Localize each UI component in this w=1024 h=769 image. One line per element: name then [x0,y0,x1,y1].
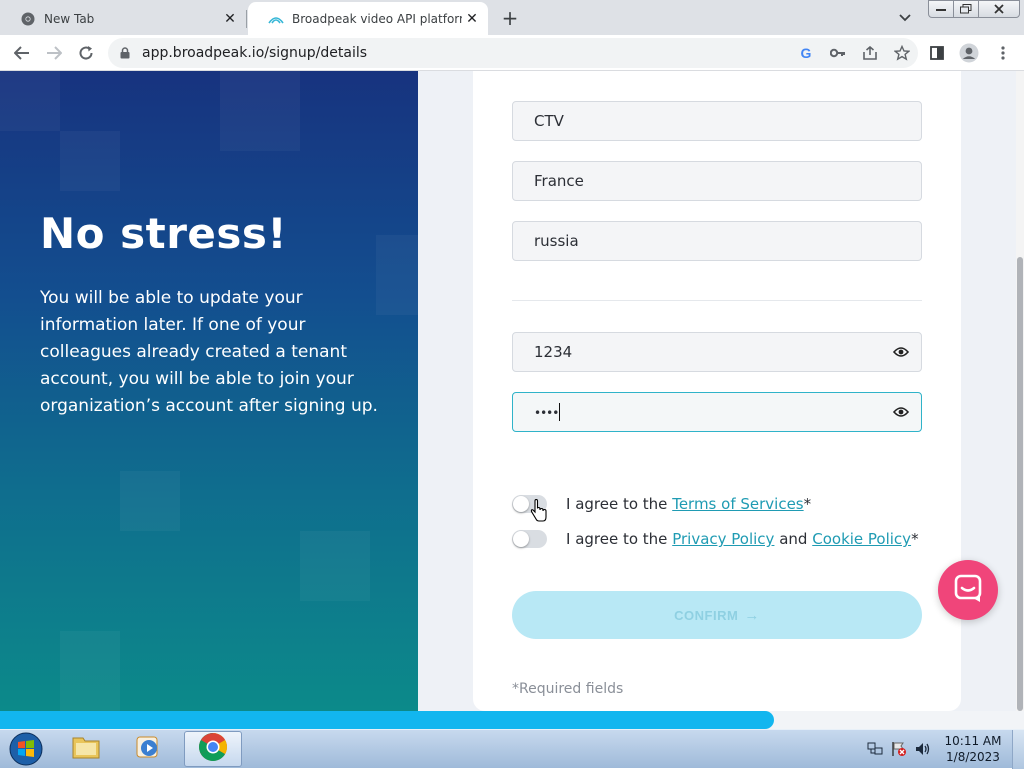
progress-fill [0,711,775,729]
cookie-policy-link[interactable]: Cookie Policy [812,530,911,548]
media-player-taskbar-button[interactable] [122,731,174,767]
url-text[interactable]: app.broadpeak.io/signup/details [142,45,790,61]
network-icon[interactable] [866,740,884,758]
arrow-right-icon: → [744,606,760,624]
toggle-knob [513,496,529,512]
close-tab-icon[interactable]: ✕ [462,9,482,29]
google-lens-icon[interactable]: G [790,39,822,67]
windows-taskbar: 10:11 AM 1/8/2023 [0,729,1024,769]
restore-button[interactable] [953,0,979,18]
close-window-button[interactable] [978,0,1020,18]
page-viewport: No stress! You will be able to update yo… [0,71,1024,711]
start-button[interactable] [4,731,48,767]
tab-search-icon[interactable] [893,6,917,30]
menu-dots-icon[interactable] [988,39,1018,67]
tab-broadpeak[interactable]: Broadpeak video API platform ✕ [248,2,488,35]
terms-consent-row: I agree to the Terms of Services * [512,495,811,513]
clock-time: 10:11 AM [944,734,1002,748]
profile-avatar-icon[interactable] [954,39,984,67]
toggle-knob [513,531,529,547]
side-panel-icon[interactable] [922,39,952,67]
browser-toolbar: app.broadpeak.io/signup/details G [0,35,1024,71]
chat-icon [953,573,983,607]
address-bar[interactable]: app.broadpeak.io/signup/details G [108,38,918,68]
city-field[interactable]: russia [512,221,922,261]
back-button[interactable] [8,39,36,67]
reload-button[interactable] [72,39,100,67]
background-tile [376,235,418,315]
terms-suffix: * [803,495,812,513]
background-tile [60,131,120,191]
privacy-policy-link[interactable]: Privacy Policy [672,530,774,548]
background-tile [0,71,60,131]
minimize-button[interactable] [928,0,954,18]
broadpeak-logo-icon [268,11,284,27]
chrome-icon [198,732,228,766]
browser-tab-strip: New Tab ✕ Broadpeak video API platform ✕… [0,0,1024,35]
tab-title: Broadpeak video API platform [292,11,462,26]
password-field[interactable]: 1234 [512,332,922,372]
form-area: CTV France russia 1234 •••• I agree to t… [418,71,1016,711]
field-value[interactable]: 1234 [534,343,881,361]
field-value[interactable]: CTV [534,112,921,130]
tab-title: New Tab [44,11,95,26]
field-value[interactable]: russia [534,232,921,250]
tab-separator [246,10,247,28]
share-icon[interactable] [854,39,886,67]
chrome-icon [20,11,36,27]
eye-icon[interactable] [881,333,921,371]
media-player-icon [135,734,161,764]
background-tile [220,71,300,151]
form-divider [512,300,922,301]
privacy-joiner: and [779,530,808,548]
industry-field[interactable]: CTV [512,101,922,141]
required-fields-note: *Required fields [512,681,624,697]
text-caret [559,403,561,422]
confirm-button[interactable]: CONFIRM → [512,591,922,639]
background-tile [60,631,120,711]
terms-of-service-link[interactable]: Terms of Services [672,495,803,513]
tab-new-tab[interactable]: New Tab ✕ [0,2,246,35]
action-center-flag-icon[interactable] [890,740,908,758]
info-panel: No stress! You will be able to update yo… [0,71,418,711]
taskbar-clock[interactable]: 10:11 AM 1/8/2023 [940,733,1006,765]
field-value[interactable]: •••• [534,403,881,422]
hand-cursor-icon [530,498,548,523]
new-tab-button[interactable]: + [498,6,522,30]
confirm-label: CONFIRM [674,607,739,623]
volume-icon[interactable] [914,740,932,758]
show-desktop-button[interactable] [1012,730,1024,769]
privacy-consent-row: I agree to the Privacy Policy and Cookie… [512,530,919,548]
clock-date: 1/8/2023 [946,750,1000,764]
field-value[interactable]: France [534,172,921,190]
page-load-progress [0,711,1024,729]
signup-card: CTV France russia 1234 •••• I agree to t… [473,71,961,711]
key-icon[interactable] [822,39,854,67]
masked-value: •••• [534,405,559,420]
country-field[interactable]: France [512,161,922,201]
forward-button[interactable] [40,39,68,67]
panel-description: You will be able to update your informat… [40,288,378,416]
folder-icon [71,734,101,764]
chrome-taskbar-button[interactable] [184,731,242,767]
scrollbar-thumb[interactable] [1017,257,1023,711]
chat-launcher-button[interactable] [938,560,998,620]
privacy-prefix: I agree to the [566,530,668,548]
background-tile [300,531,370,601]
background-tile [120,471,180,531]
panel-heading: No stress! [40,209,288,258]
confirm-password-field[interactable]: •••• [512,392,922,432]
eye-icon[interactable] [881,393,921,431]
privacy-suffix: * [911,530,919,548]
file-explorer-taskbar-button[interactable] [60,731,112,767]
terms-prefix: I agree to the [566,495,668,513]
lock-icon[interactable] [108,47,142,59]
privacy-toggle[interactable] [512,530,547,548]
close-tab-icon[interactable]: ✕ [220,9,240,29]
bookmark-star-icon[interactable] [886,39,918,67]
